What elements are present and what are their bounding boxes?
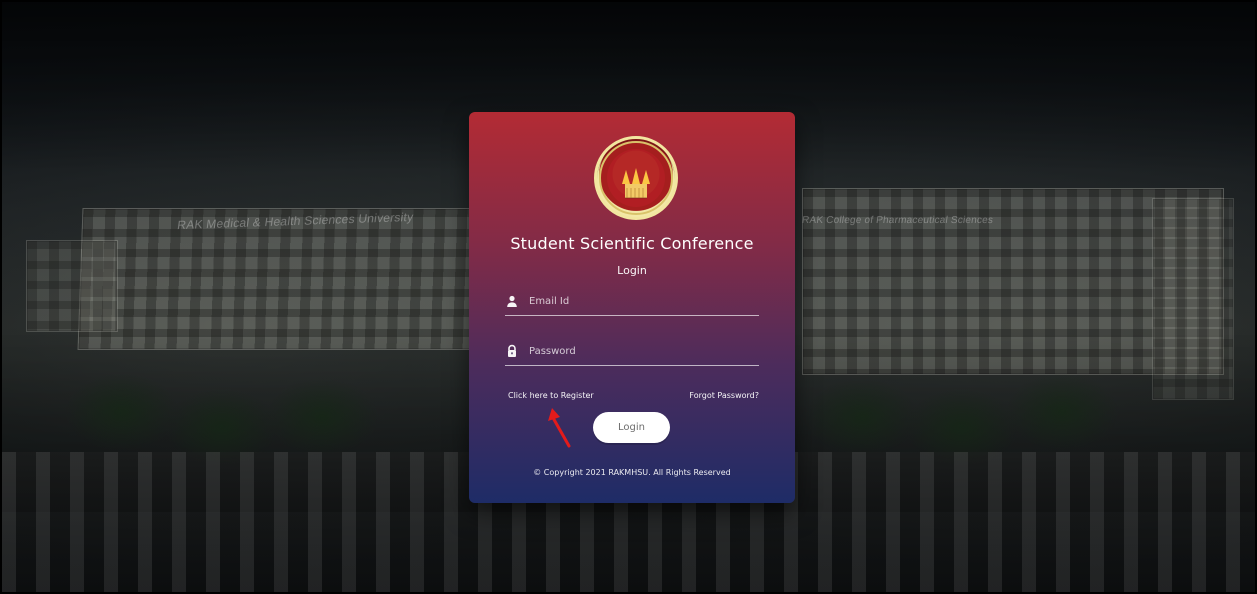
- login-button[interactable]: Login: [593, 412, 670, 443]
- user-icon-svg: [507, 295, 517, 307]
- logo-torches: [622, 168, 650, 199]
- lock-icon: [505, 344, 519, 358]
- building-far-left: [26, 240, 118, 332]
- right-building-label: RAK College of Pharmaceutical Sciences: [801, 215, 994, 226]
- university-logo-emblem: [599, 141, 673, 215]
- conference-title: Student Scientific Conference: [510, 234, 754, 253]
- building-left-windows: [78, 209, 476, 349]
- login-card: Student Scientific Conference Login Emai…: [469, 112, 795, 503]
- register-link[interactable]: Click here to Register: [508, 391, 594, 400]
- login-subtitle: Login: [617, 264, 647, 277]
- password-input[interactable]: [529, 345, 759, 357]
- forgot-password-link[interactable]: Forgot Password?: [689, 391, 759, 400]
- copyright-text: © Copyright 2021 RAKMHSU. All Rights Res…: [533, 468, 731, 477]
- email-input[interactable]: [529, 295, 759, 307]
- password-field: [505, 337, 759, 366]
- screenshot-frame: RAK Medical & Health Sciences University…: [0, 0, 1257, 594]
- lock-icon-svg: [508, 344, 516, 357]
- university-logo: [594, 136, 678, 220]
- auth-links: Click here to Register Forgot Password?: [508, 391, 759, 400]
- user-icon: [505, 294, 519, 308]
- email-field: [505, 287, 759, 316]
- building-left: [77, 208, 477, 350]
- building-far-left-windows: [27, 241, 117, 331]
